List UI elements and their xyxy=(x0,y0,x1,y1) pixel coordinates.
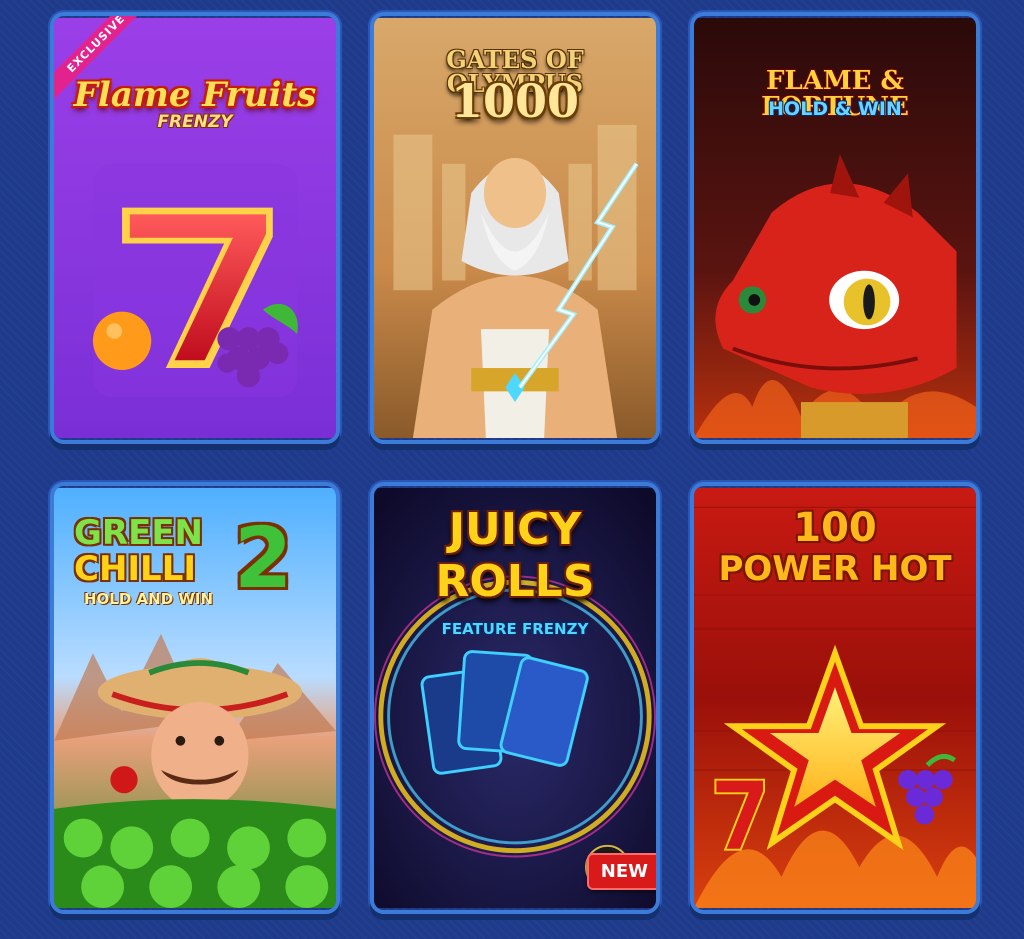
game-title: Flame Fruits xyxy=(73,75,317,115)
game-tile-green-chilli-2[interactable]: GREEN CHILLI HOLD AND WIN 2 xyxy=(50,482,340,914)
game-title-line1: JUICY xyxy=(448,504,582,555)
game-tile-gates-of-olympus[interactable]: GATES OF OLYMPUS 1000 xyxy=(370,12,660,444)
game-tile-flame-fruits-frenzy[interactable]: EXCLUSIVE Flame Fruits FRENZY xyxy=(50,12,340,444)
game-subtitle: FRENZY xyxy=(157,112,233,132)
game-tile-flame-and-fortune[interactable]: FLAME & FORTUNE HOLD & WIN xyxy=(690,12,980,444)
game-tile-juicy-rolls[interactable]: JUICY ROLLS FEATURE FRENZY NEW xyxy=(370,482,660,914)
game-subtitle: 1000 xyxy=(450,74,580,128)
new-badge: NEW xyxy=(586,853,656,890)
game-title-line2: ROLLS xyxy=(435,556,595,607)
game-subtitle: HOLD & WIN xyxy=(768,98,902,120)
game-title-number: 2 xyxy=(234,509,293,607)
game-tile-100-power-hot[interactable]: 100 POWER HOT xyxy=(690,482,980,914)
game-title-line1: 100 xyxy=(793,505,877,551)
game-subtitle: FEATURE FRENZY xyxy=(441,620,589,638)
game-title-line2: POWER HOT xyxy=(718,549,952,589)
